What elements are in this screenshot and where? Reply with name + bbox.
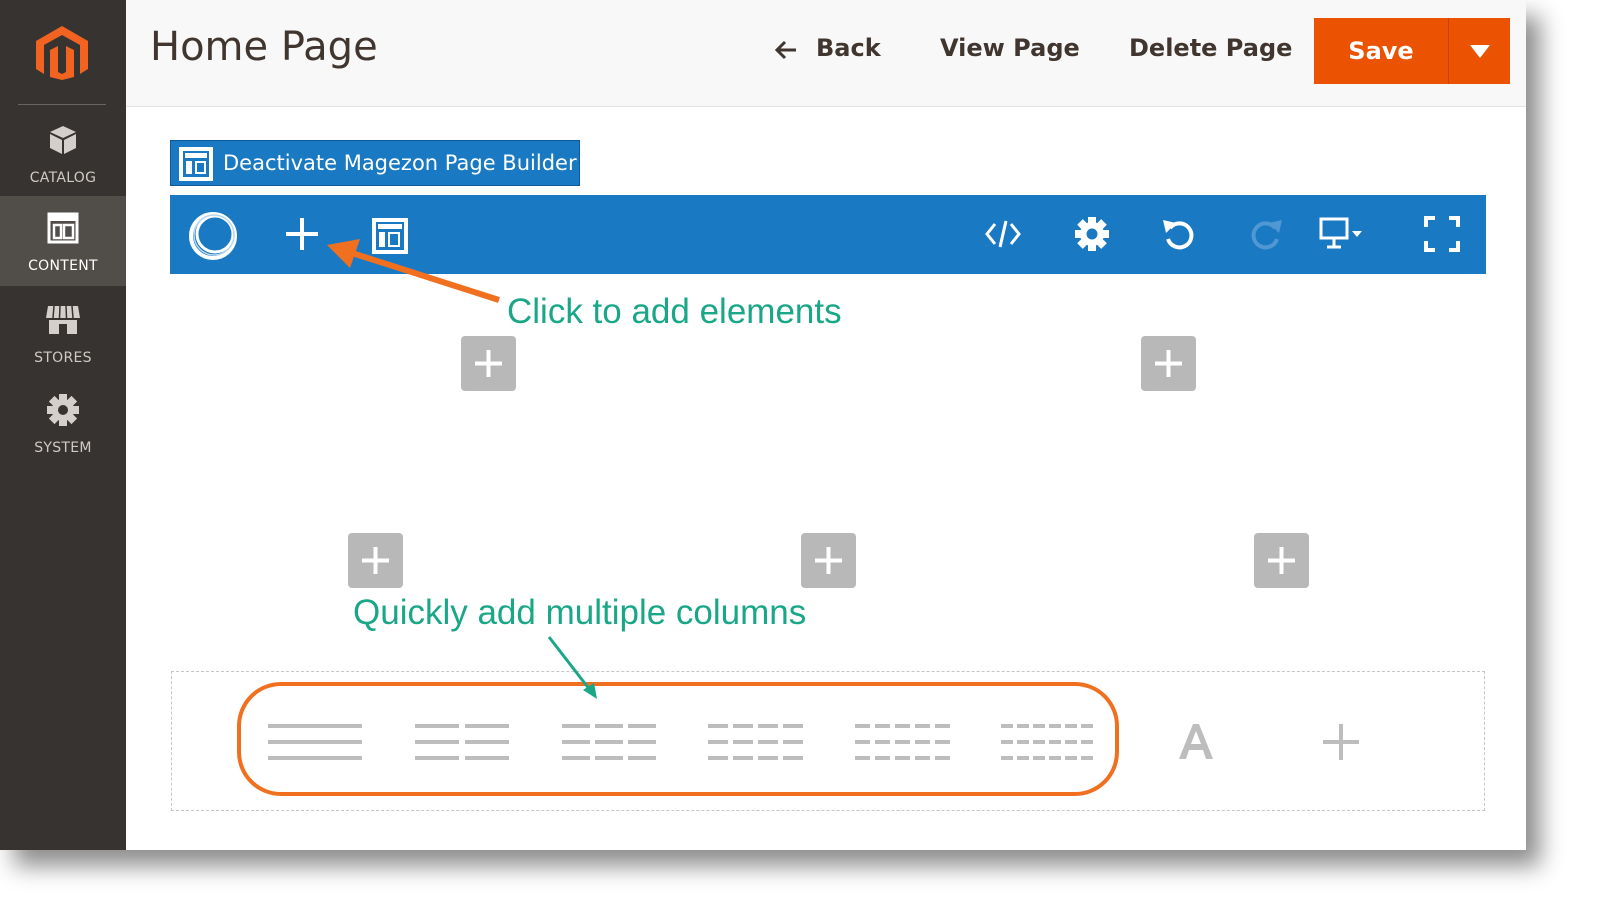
teal-arrow <box>547 636 597 699</box>
orange-arrow <box>327 239 500 303</box>
app-window: CATALOG CONTENT STORES SYSTEM Home Page … <box>0 0 1526 850</box>
annotation-arrows <box>327 239 597 699</box>
